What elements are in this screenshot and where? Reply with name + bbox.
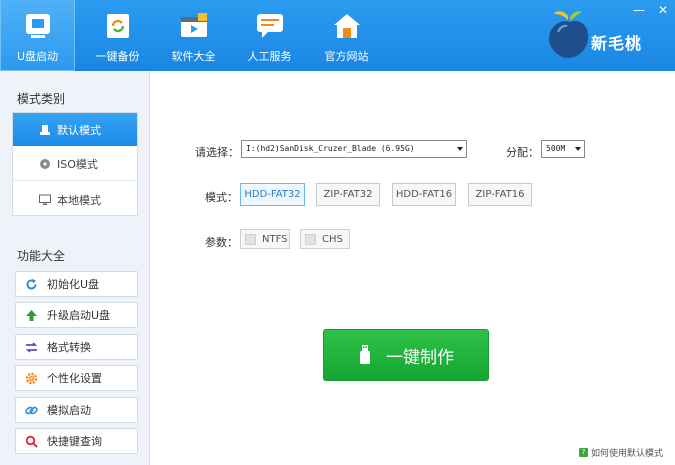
param-chs-checkbox[interactable]: CHS xyxy=(300,229,350,249)
swap-icon xyxy=(24,340,38,354)
function-label: 升级启动U盘 xyxy=(47,309,111,322)
disc-icon xyxy=(39,158,51,170)
software-icon xyxy=(177,10,211,42)
upgrade-usb-button[interactable]: 升级启动U盘 xyxy=(15,302,138,328)
nav-label: 官方网站 xyxy=(324,50,369,63)
search-icon xyxy=(24,434,38,448)
make-button-label: 一键制作 xyxy=(386,347,454,368)
alloc-label: 分配： xyxy=(506,146,539,159)
param-text: CHS xyxy=(322,233,343,245)
device-select-value: I:(hd2)SanDisk_Cruzer_Blade (6.95G) xyxy=(246,144,415,153)
mode-zip-fat16[interactable]: ZIP-FAT16 xyxy=(468,183,532,206)
nav-backup[interactable]: 一键备份 xyxy=(80,0,155,71)
checkbox-box xyxy=(305,233,316,245)
param-text: NTFS xyxy=(262,233,288,245)
usb-stick-icon xyxy=(360,345,370,364)
mode-iso[interactable]: ISO模式 xyxy=(13,148,137,181)
nav-label: 人工服务 xyxy=(247,50,292,63)
mode-label: ISO模式 xyxy=(57,158,98,171)
usb-icon xyxy=(39,124,51,136)
device-select-label: 请选择： xyxy=(195,146,239,159)
mode-hdd-fat16[interactable]: HDD-FAT16 xyxy=(392,183,456,206)
personalize-button[interactable]: 个性化设置 xyxy=(15,365,138,391)
main-panel: 请选择： I:(hd2)SanDisk_Cruzer_Blade (6.95G)… xyxy=(151,71,675,465)
chevron-down-icon xyxy=(575,147,581,151)
make-bootable-button[interactable]: 一键制作 xyxy=(323,329,489,381)
refresh-icon xyxy=(24,277,38,291)
sidebar: 模式类别 默认模式 ISO模式 本地模式 功能大全 初始化U盘 升级启动U盘 格… xyxy=(0,71,150,465)
mode-label: 模式： xyxy=(205,191,238,204)
mode-hdd-fat32[interactable]: HDD-FAT32 xyxy=(240,183,305,206)
function-label: 初始化U盘 xyxy=(47,278,100,291)
format-convert-button[interactable]: 格式转换 xyxy=(15,334,138,360)
mode-default[interactable]: 默认模式 xyxy=(13,113,137,146)
up-arrow-icon xyxy=(24,308,38,322)
param-ntfs-checkbox[interactable]: NTFS xyxy=(240,229,290,249)
help-icon: ? xyxy=(578,448,588,457)
gear-icon xyxy=(24,371,38,385)
function-label: 个性化设置 xyxy=(47,372,102,385)
mode-list: 默认模式 ISO模式 本地模式 xyxy=(12,112,138,216)
help-link[interactable]: ? 如何使用默认模式 xyxy=(578,446,663,459)
alloc-select[interactable]: 500M xyxy=(541,140,585,158)
mode-label: 默认模式 xyxy=(57,123,101,137)
help-link-text: 如何使用默认模式 xyxy=(590,449,663,459)
nav-label: 一键备份 xyxy=(95,50,140,63)
function-section-title: 功能大全 xyxy=(17,249,66,263)
simulate-boot-button[interactable]: 模拟启动 xyxy=(15,397,138,423)
monitor-icon xyxy=(39,194,51,206)
function-label: 快捷键查询 xyxy=(47,435,102,448)
init-usb-button[interactable]: 初始化U盘 xyxy=(15,271,138,297)
function-label: 模拟启动 xyxy=(47,404,91,417)
alloc-select-value: 500M xyxy=(546,144,566,153)
mode-label: 本地模式 xyxy=(57,193,101,207)
header-bar: U盘启动 一键备份 软件大全 人工服务 官方网站 — ✕ 新毛桃 xyxy=(0,0,675,71)
hotkey-query-button[interactable]: 快捷键查询 xyxy=(15,428,138,454)
nav-website[interactable]: 官方网站 xyxy=(309,0,384,71)
checkbox-box xyxy=(245,233,256,245)
param-label: 参数： xyxy=(205,236,238,249)
backup-icon xyxy=(101,10,135,42)
chevron-down-icon xyxy=(457,147,463,151)
nav-software[interactable]: 软件大全 xyxy=(156,0,231,71)
nav-usb-boot[interactable]: U盘启动 xyxy=(0,0,75,71)
usb-drive-icon xyxy=(21,10,55,42)
chat-icon xyxy=(253,10,287,42)
nav-label: 软件大全 xyxy=(171,50,216,63)
mode-local[interactable]: 本地模式 xyxy=(13,183,137,216)
home-icon xyxy=(330,10,364,42)
function-label: 格式转换 xyxy=(47,341,91,354)
link-icon xyxy=(24,403,38,417)
device-select[interactable]: I:(hd2)SanDisk_Cruzer_Blade (6.95G) xyxy=(241,140,467,158)
nav-service[interactable]: 人工服务 xyxy=(232,0,307,71)
mode-zip-fat32[interactable]: ZIP-FAT32 xyxy=(316,183,380,206)
brand-name: 新毛桃 xyxy=(591,34,643,53)
nav-label: U盘启动 xyxy=(16,50,59,63)
mode-section-title: 模式类别 xyxy=(17,92,66,106)
